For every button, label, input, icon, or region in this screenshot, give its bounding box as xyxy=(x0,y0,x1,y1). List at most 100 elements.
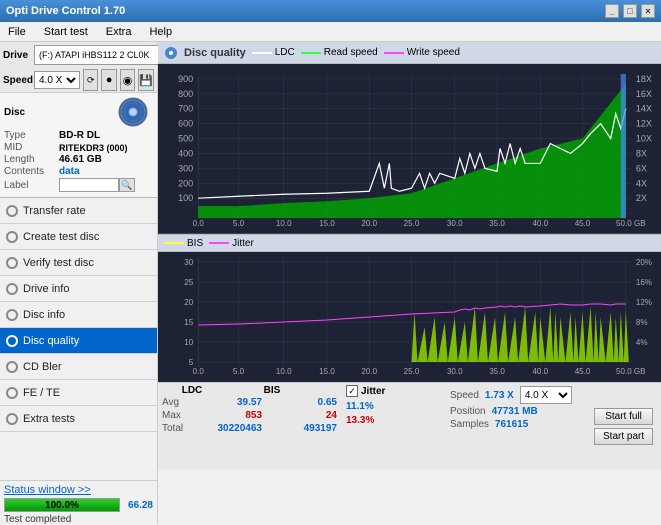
ldc-legend-line xyxy=(252,52,272,54)
svg-text:8%: 8% xyxy=(636,318,648,327)
svg-text:12%: 12% xyxy=(636,298,652,307)
nav-extra-tests[interactable]: Extra tests xyxy=(0,406,157,432)
total-bis: 493197 xyxy=(282,423,337,434)
total-ldc: 30220463 xyxy=(207,423,262,434)
nav-create-test-disc[interactable]: Create test disc xyxy=(0,224,157,250)
svg-text:20%: 20% xyxy=(636,258,652,267)
nav-disc-quality[interactable]: Disc quality xyxy=(0,328,157,354)
svg-text:20.0: 20.0 xyxy=(361,367,377,376)
nav-fe-te[interactable]: FE / TE xyxy=(0,380,157,406)
speed-icon1[interactable]: ⟳ xyxy=(83,69,98,91)
speed-static-label: Speed xyxy=(450,390,479,401)
speed-readout: 66.28 xyxy=(128,500,153,511)
samples-val: 761615 xyxy=(495,419,528,430)
close-btn[interactable]: × xyxy=(641,4,655,18)
svg-text:20.0: 20.0 xyxy=(361,219,377,228)
menu-extra[interactable]: Extra xyxy=(102,24,136,40)
ldc-bis-stats: LDC BIS Avg 39.57 0.65 Max 853 24 Total … xyxy=(162,385,342,468)
disc-type-key: Type xyxy=(4,130,59,141)
avg-jitter: 11.1% xyxy=(346,401,374,412)
disc-type-val: BD-R DL xyxy=(59,130,100,141)
sidebar: Drive (F:) ATAPI iHBS112 2 CL0K ▲ Speed … xyxy=(0,42,158,524)
disc-quality-icon xyxy=(164,46,178,60)
svg-text:12X: 12X xyxy=(636,119,652,129)
jitter-checkbox[interactable]: ✓ xyxy=(346,385,358,397)
svg-text:100: 100 xyxy=(178,193,193,203)
icon-btn2[interactable]: ● xyxy=(101,69,116,91)
writespeed-legend-line xyxy=(384,52,404,54)
speed-select-main[interactable]: 4.0 X xyxy=(34,71,80,89)
speed-select-stats[interactable]: 4.0 X xyxy=(520,386,572,404)
menu-help[interactable]: Help xyxy=(145,24,176,40)
nav-items: Transfer rate Create test disc Verify te… xyxy=(0,198,157,480)
menu-file[interactable]: File xyxy=(4,24,30,40)
nav-disc-info[interactable]: Disc info xyxy=(0,302,157,328)
svg-text:0.0: 0.0 xyxy=(193,367,205,376)
start-part-btn[interactable]: Start part xyxy=(594,428,653,445)
drive-label: Drive xyxy=(3,50,31,61)
svg-text:10X: 10X xyxy=(636,134,652,144)
svg-text:16X: 16X xyxy=(636,89,652,99)
bottom-stats: LDC BIS Avg 39.57 0.65 Max 853 24 Total … xyxy=(158,382,661,470)
start-buttons: Start full Start part xyxy=(594,385,653,468)
svg-text:400: 400 xyxy=(178,149,193,159)
jitter-section: ✓ Jitter 11.1% 13.3% xyxy=(346,385,446,468)
svg-text:35.0: 35.0 xyxy=(489,219,505,228)
start-full-btn[interactable]: Start full xyxy=(594,408,653,425)
chart-header: Disc quality LDC Read speed Write speed xyxy=(158,42,661,64)
svg-text:25.0: 25.0 xyxy=(404,367,420,376)
save-btn[interactable]: 💾 xyxy=(138,69,154,91)
svg-text:600: 600 xyxy=(178,119,193,129)
content-area: Disc quality LDC Read speed Write speed xyxy=(158,42,661,524)
minimize-btn[interactable]: _ xyxy=(605,4,619,18)
jitter-legend-label: Jitter xyxy=(232,238,254,249)
speed-label: Speed xyxy=(3,75,31,86)
bottom-chart-svg: 30 25 20 15 10 5 20% 16% 12% 8% 4% 0.0 5… xyxy=(158,252,661,382)
svg-text:2X: 2X xyxy=(636,193,647,203)
svg-text:5.0: 5.0 xyxy=(233,367,245,376)
disc-label-input[interactable] xyxy=(59,178,119,192)
menu-bar: File Start test Extra Help xyxy=(0,22,661,42)
total-label: Total xyxy=(162,423,187,434)
nav-drive-info[interactable]: Drive info xyxy=(0,276,157,302)
menu-starttest[interactable]: Start test xyxy=(40,24,92,40)
top-chart-svg: 900 800 700 600 500 400 300 200 100 18X … xyxy=(158,64,661,233)
bis-legend-line xyxy=(164,242,184,244)
disc-contents-val: data xyxy=(59,166,80,177)
svg-text:5.0: 5.0 xyxy=(233,219,245,228)
progress-text: 100.0% xyxy=(5,499,119,511)
svg-text:10.0: 10.0 xyxy=(276,367,292,376)
speed-position-section: Speed 1.73 X 4.0 X Position 47731 MB Sam… xyxy=(450,385,590,468)
maximize-btn[interactable]: □ xyxy=(623,4,637,18)
writespeed-legend-label: Write speed xyxy=(407,47,460,58)
svg-text:30.0: 30.0 xyxy=(447,219,463,228)
avg-label: Avg xyxy=(162,397,187,408)
svg-text:10: 10 xyxy=(184,338,193,347)
bottom-chart: 30 25 20 15 10 5 20% 16% 12% 8% 4% 0.0 5… xyxy=(158,252,661,382)
max-label: Max xyxy=(162,410,187,421)
status-window-link[interactable]: Status window >> xyxy=(4,484,91,496)
svg-text:800: 800 xyxy=(178,89,193,99)
svg-text:4%: 4% xyxy=(636,338,648,347)
label-search-btn[interactable]: 🔍 xyxy=(119,178,135,192)
position-val: 47731 MB xyxy=(492,406,538,417)
progress-bar: 100.0% xyxy=(4,498,120,512)
readspeed-legend-line xyxy=(301,52,321,54)
max-jitter: 13.3% xyxy=(346,415,374,426)
svg-text:900: 900 xyxy=(178,74,193,84)
svg-text:300: 300 xyxy=(178,163,193,173)
svg-text:8X: 8X xyxy=(636,149,647,159)
status-bar: Status window >> 100.0% 66.28 Test compl… xyxy=(0,480,157,524)
svg-text:25: 25 xyxy=(184,278,193,287)
app-title: Opti Drive Control 1.70 xyxy=(6,5,125,17)
nav-transfer-rate[interactable]: Transfer rate xyxy=(0,198,157,224)
svg-text:200: 200 xyxy=(178,178,193,188)
disc-contents-key: Contents xyxy=(4,166,59,177)
nav-verify-test-disc[interactable]: Verify test disc xyxy=(0,250,157,276)
svg-text:30.0: 30.0 xyxy=(447,367,463,376)
disc-panel-title: Disc xyxy=(4,107,25,118)
icon-btn3[interactable]: ◉ xyxy=(120,69,135,91)
svg-text:45.0: 45.0 xyxy=(575,367,591,376)
readspeed-legend-label: Read speed xyxy=(324,47,378,58)
nav-cd-bler[interactable]: CD Bler xyxy=(0,354,157,380)
